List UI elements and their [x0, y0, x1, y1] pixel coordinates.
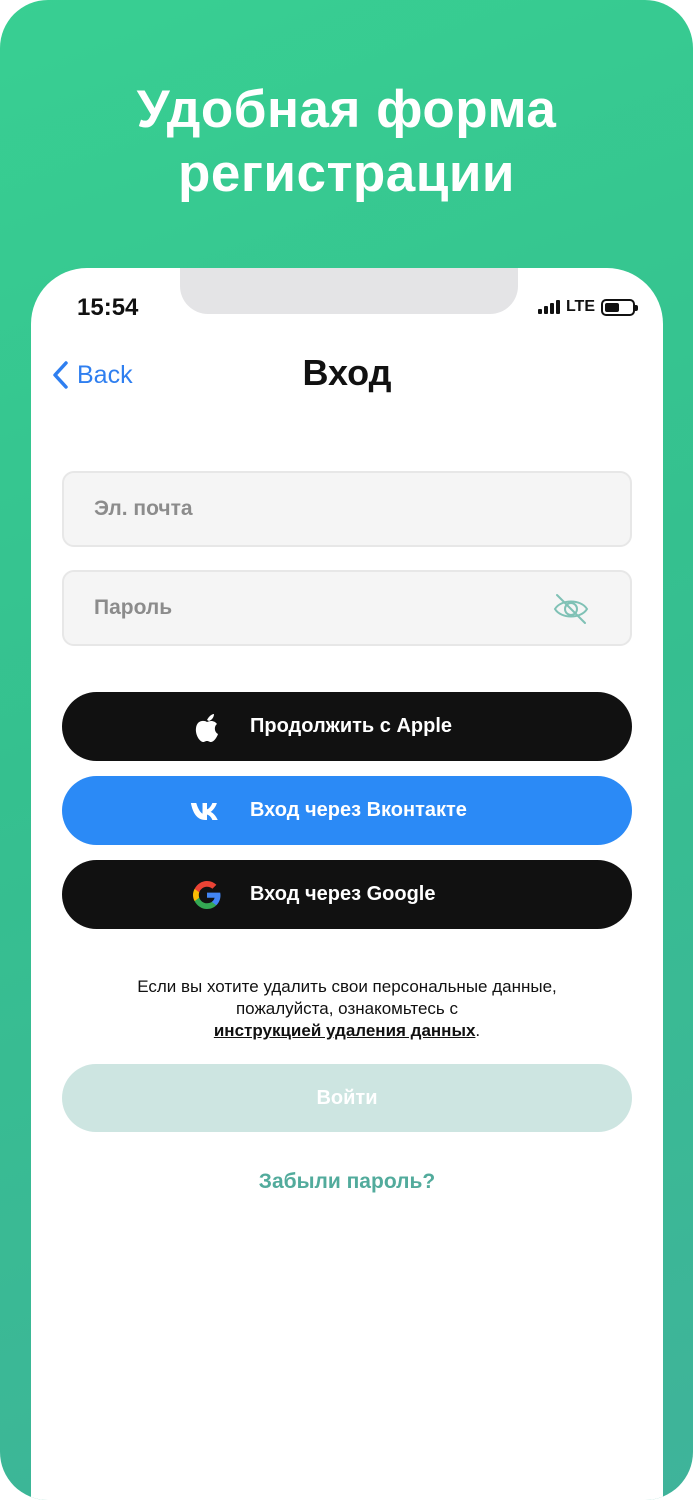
network-type: LTE: [565, 298, 595, 315]
page-title: Вход: [302, 352, 392, 393]
signal-icon: [537, 300, 560, 314]
vk-icon: [190, 794, 224, 828]
notice-line-3: инструкцией удаления данных.: [31, 1020, 663, 1042]
notice-line-1: Если вы хотите удалить свои персональные…: [137, 977, 557, 996]
google-icon: [190, 878, 224, 912]
password-field[interactable]: [94, 596, 600, 620]
battery-icon: [601, 298, 638, 316]
notice-suffix: .: [475, 1021, 481, 1040]
headline-line-2: регистрации: [177, 144, 516, 203]
promo-background: Удобная форма регистрации 15:54 LTE Back…: [0, 0, 693, 1500]
google-signin-label: Вход через Google: [250, 883, 436, 905]
deletion-instructions-link[interactable]: инструкцией удаления данных: [214, 1021, 476, 1040]
forgot-password-link[interactable]: Забыли пароль?: [31, 1170, 663, 1194]
login-button[interactable]: Войти: [62, 1064, 632, 1132]
apple-icon: [190, 710, 224, 744]
apple-signin-label: Продолжить с Apple: [250, 715, 453, 737]
phone-notch: [180, 268, 518, 314]
data-deletion-notice: Если вы хотите удалить свои персональные…: [31, 976, 663, 1042]
google-signin-button[interactable]: Вход через Google: [62, 860, 632, 929]
notice-line-2: пожалуйста, ознакомьтесь с: [235, 999, 459, 1018]
password-field-container[interactable]: [62, 570, 632, 646]
status-time: 15:54: [77, 294, 139, 321]
promo-headline: Удобная форма регистрации: [0, 78, 693, 206]
vk-signin-label: Вход через Вконтакте: [250, 799, 467, 821]
email-field-container[interactable]: [62, 471, 632, 547]
email-field[interactable]: [94, 497, 600, 521]
headline-line-1: Удобная форма: [136, 80, 557, 139]
vk-signin-button[interactable]: Вход через Вконтакте: [62, 776, 632, 845]
status-indicators: LTE: [537, 298, 638, 316]
eye-off-icon[interactable]: [552, 590, 590, 628]
apple-signin-button[interactable]: Продолжить с Apple: [62, 692, 632, 761]
phone-screen: 15:54 LTE Back Вход Эл. почта Продолжить…: [31, 268, 663, 1500]
